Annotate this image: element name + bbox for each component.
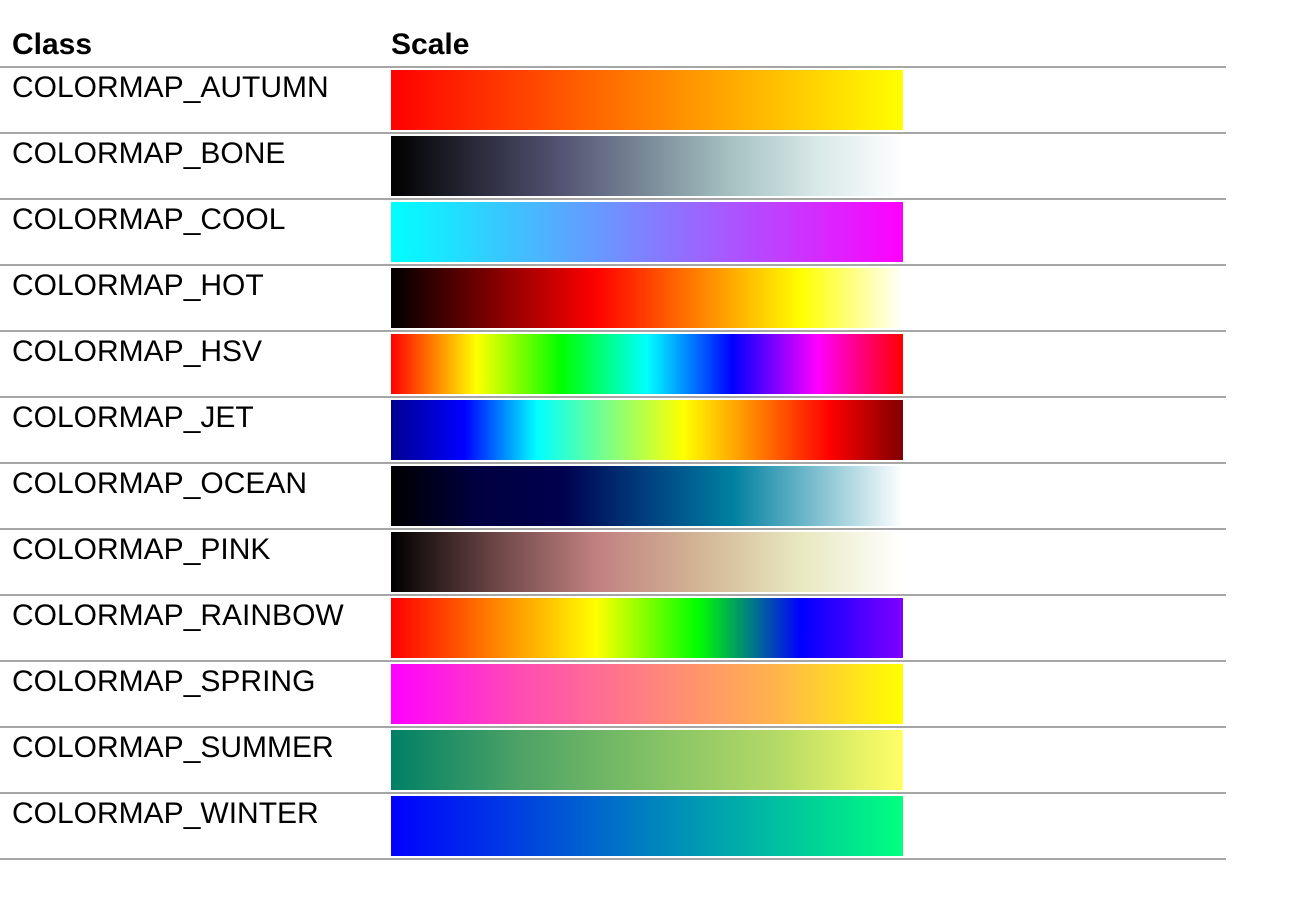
colormap-name: COLORMAP_PINK bbox=[12, 533, 271, 566]
colormap-name: COLORMAP_WINTER bbox=[12, 797, 319, 830]
colormap-scale-swatch bbox=[391, 796, 903, 856]
table-header: Class Scale bbox=[0, 0, 1226, 68]
colormap-scale-swatch bbox=[391, 730, 903, 790]
table-row: COLORMAP_SPRING bbox=[0, 662, 1226, 728]
colormap-name: COLORMAP_SUMMER bbox=[12, 731, 334, 764]
colormap-scale-swatch bbox=[391, 268, 903, 328]
colormap-name: COLORMAP_HOT bbox=[12, 269, 264, 302]
table-row: COLORMAP_HSV bbox=[0, 332, 1226, 398]
table-row: COLORMAP_PINK bbox=[0, 530, 1226, 596]
colormap-name: COLORMAP_COOL bbox=[12, 203, 286, 236]
table-row: COLORMAP_JET bbox=[0, 398, 1226, 464]
table-row: COLORMAP_COOL bbox=[0, 200, 1226, 266]
table-body: COLORMAP_AUTUMN COLORMAP_BONE COLORMAP_COO… bbox=[0, 68, 1226, 860]
colormap-name: COLORMAP_RAINBOW bbox=[12, 599, 344, 632]
colormap-name: COLORMAP_SPRING bbox=[12, 665, 316, 698]
table-row: COLORMAP_HOT bbox=[0, 266, 1226, 332]
colormap-scale-swatch bbox=[391, 136, 903, 196]
table-row: COLORMAP_RAINBOW bbox=[0, 596, 1226, 662]
colormap-scale-swatch bbox=[391, 334, 903, 394]
colormap-scale-swatch bbox=[391, 532, 903, 592]
table-row: COLORMAP_BONE bbox=[0, 134, 1226, 200]
colormap-scale-swatch bbox=[391, 70, 903, 130]
table-row: COLORMAP_SUMMER bbox=[0, 728, 1226, 794]
colormap-scale-swatch bbox=[391, 202, 903, 262]
colormap-scale-swatch bbox=[391, 400, 903, 460]
colormap-scale-swatch bbox=[391, 598, 903, 658]
colormap-name: COLORMAP_OCEAN bbox=[12, 467, 308, 500]
colormap-scale-swatch bbox=[391, 664, 903, 724]
colormap-name: COLORMAP_BONE bbox=[12, 137, 286, 170]
table-row: COLORMAP_OCEAN bbox=[0, 464, 1226, 530]
colormap-scale-swatch bbox=[391, 466, 903, 526]
class-column-header: Class bbox=[12, 28, 93, 61]
table-row: COLORMAP_WINTER bbox=[0, 794, 1226, 860]
colormap-name: COLORMAP_HSV bbox=[12, 335, 263, 368]
colormap-table: Class Scale COLORMAP_AUTUMN COLORMAP_BONE… bbox=[0, 0, 1226, 860]
scale-column-header: Scale bbox=[391, 28, 470, 61]
colormap-name: COLORMAP_AUTUMN bbox=[12, 71, 329, 104]
colormap-name: COLORMAP_JET bbox=[12, 401, 254, 434]
table-row: COLORMAP_AUTUMN bbox=[0, 68, 1226, 134]
